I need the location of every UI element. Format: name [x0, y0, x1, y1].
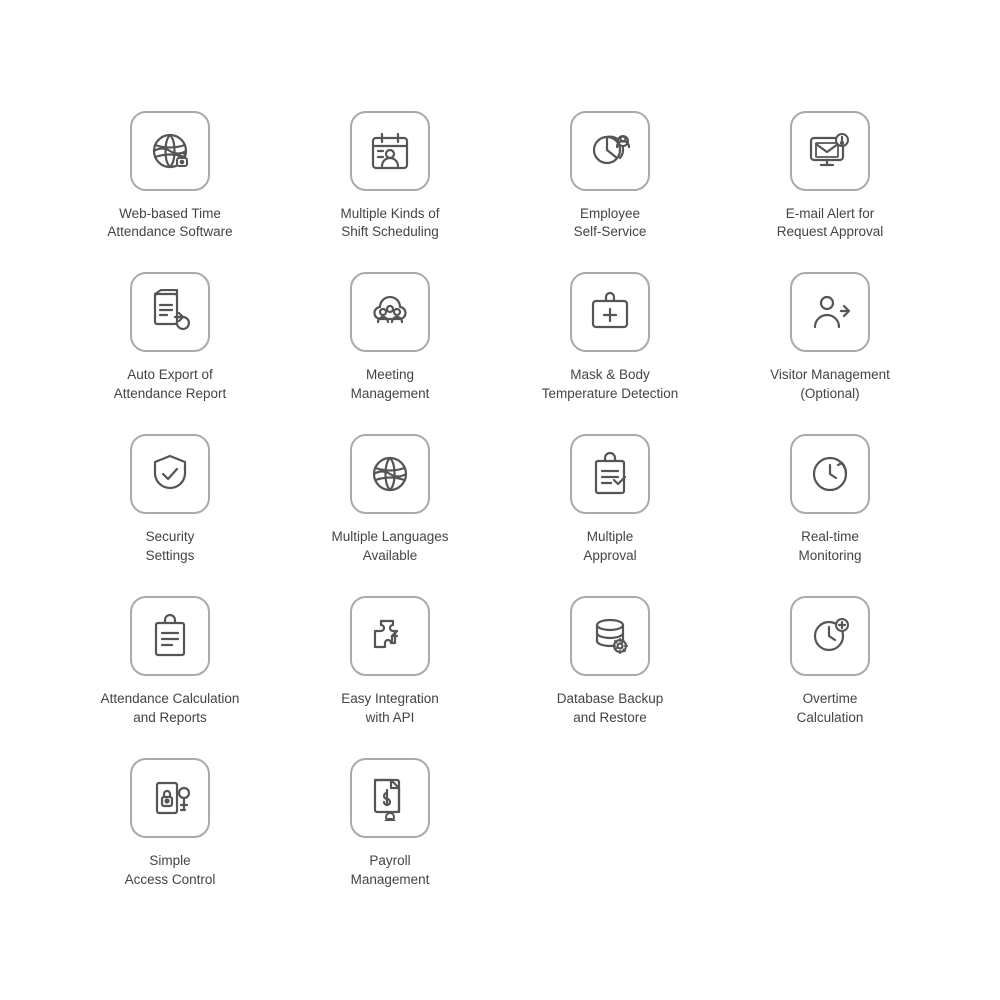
feature-multi-approval: MultipleApproval — [500, 424, 720, 576]
feature-multiple-shift: Multiple Kinds ofShift Scheduling — [280, 101, 500, 253]
feature-label-database-backup: Database Backupand Restore — [557, 690, 664, 728]
feature-label-payroll-mgmt: PayrollManagement — [351, 852, 430, 890]
icon-box-multi-lang — [350, 434, 430, 514]
feature-attendance-calc: Attendance Calculationand Reports — [60, 586, 280, 738]
feature-label-easy-integration: Easy Integrationwith API — [341, 690, 439, 728]
icon-box-multiple-shift — [350, 111, 430, 191]
feature-overtime-calc: OvertimeCalculation — [720, 586, 940, 738]
realtime-monitor-icon — [807, 451, 853, 497]
multiple-shift-icon — [367, 128, 413, 174]
simple-access-icon — [147, 775, 193, 821]
easy-integration-icon — [367, 613, 413, 659]
email-alert-icon — [807, 128, 853, 174]
feature-mask-body: Mask & BodyTemperature Detection — [500, 262, 720, 414]
feature-multi-lang: Multiple LanguagesAvailable — [280, 424, 500, 576]
icon-box-overtime-calc — [790, 596, 870, 676]
feature-label-email-alert: E-mail Alert forRequest Approval — [777, 205, 884, 243]
feature-label-multiple-shift: Multiple Kinds ofShift Scheduling — [340, 205, 439, 243]
feature-employee-self: EmployeeSelf-Service — [500, 101, 720, 253]
icon-box-visitor-mgmt — [790, 272, 870, 352]
mask-body-icon — [587, 289, 633, 335]
feature-label-simple-access: SimpleAccess Control — [125, 852, 216, 890]
auto-export-icon — [147, 289, 193, 335]
visitor-mgmt-icon — [807, 289, 853, 335]
icon-box-payroll-mgmt — [350, 758, 430, 838]
web-based-time-icon — [147, 128, 193, 174]
feature-email-alert: E-mail Alert forRequest Approval — [720, 101, 940, 253]
overtime-calc-icon — [807, 613, 853, 659]
icon-box-simple-access — [130, 758, 210, 838]
icon-box-email-alert — [790, 111, 870, 191]
icon-box-attendance-calc — [130, 596, 210, 676]
database-backup-icon — [587, 613, 633, 659]
feature-label-overtime-calc: OvertimeCalculation — [797, 690, 864, 728]
feature-simple-access: SimpleAccess Control — [60, 748, 280, 900]
icon-box-meeting-mgmt — [350, 272, 430, 352]
feature-realtime-monitor: Real-timeMonitoring — [720, 424, 940, 576]
feature-security-settings: SecuritySettings — [60, 424, 280, 576]
feature-label-web-based-time: Web-based TimeAttendance Software — [107, 205, 232, 243]
feature-label-multi-approval: MultipleApproval — [583, 528, 636, 566]
feature-database-backup: Database Backupand Restore — [500, 586, 720, 738]
feature-label-employee-self: EmployeeSelf-Service — [574, 205, 647, 243]
icon-box-auto-export — [130, 272, 210, 352]
icon-box-mask-body — [570, 272, 650, 352]
employee-self-icon — [587, 128, 633, 174]
feature-visitor-mgmt: Visitor Management(Optional) — [720, 262, 940, 414]
feature-payroll-mgmt: PayrollManagement — [280, 748, 500, 900]
feature-easy-integration: Easy Integrationwith API — [280, 586, 500, 738]
attendance-calc-icon — [147, 613, 193, 659]
feature-label-mask-body: Mask & BodyTemperature Detection — [542, 366, 679, 404]
feature-web-based-time: Web-based TimeAttendance Software — [60, 101, 280, 253]
icon-box-employee-self — [570, 111, 650, 191]
icon-box-realtime-monitor — [790, 434, 870, 514]
multi-approval-icon — [587, 451, 633, 497]
icon-box-security-settings — [130, 434, 210, 514]
multi-lang-icon — [367, 451, 413, 497]
security-settings-icon — [147, 451, 193, 497]
icon-box-database-backup — [570, 596, 650, 676]
feature-label-multi-lang: Multiple LanguagesAvailable — [331, 528, 448, 566]
payroll-mgmt-icon — [367, 775, 413, 821]
features-grid: Web-based TimeAttendance Software Multip… — [0, 41, 1000, 960]
feature-label-attendance-calc: Attendance Calculationand Reports — [101, 690, 240, 728]
feature-label-auto-export: Auto Export ofAttendance Report — [114, 366, 227, 404]
icon-box-easy-integration — [350, 596, 430, 676]
feature-label-meeting-mgmt: MeetingManagement — [351, 366, 430, 404]
feature-label-realtime-monitor: Real-timeMonitoring — [798, 528, 861, 566]
feature-label-visitor-mgmt: Visitor Management(Optional) — [770, 366, 890, 404]
icon-box-web-based-time — [130, 111, 210, 191]
meeting-mgmt-icon — [367, 289, 413, 335]
feature-label-security-settings: SecuritySettings — [146, 528, 195, 566]
feature-meeting-mgmt: MeetingManagement — [280, 262, 500, 414]
feature-auto-export: Auto Export ofAttendance Report — [60, 262, 280, 414]
icon-box-multi-approval — [570, 434, 650, 514]
